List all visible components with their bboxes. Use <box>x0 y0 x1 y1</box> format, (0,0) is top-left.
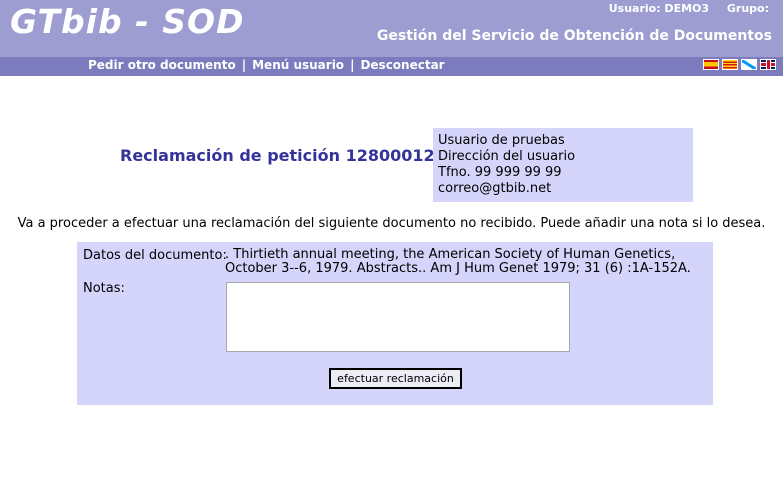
nav-pedir-otro-documento[interactable]: Pedir otro documento <box>88 58 236 72</box>
page-title: Reclamación de petición 12800012 <box>120 146 435 165</box>
notes-label: Notas: <box>83 281 125 296</box>
english-flag-icon[interactable] <box>760 59 776 70</box>
nav-desconectar[interactable]: Desconectar <box>360 58 444 72</box>
user-info: Usuario: DEMO3 Grupo: <box>609 2 769 15</box>
nav-separator: | <box>241 58 247 72</box>
user-label: Usuario: DEMO3 <box>608 2 710 15</box>
nav-links: Pedir otro documento | Menú usuario | Descon… <box>88 58 445 72</box>
nav-separator: | <box>350 58 355 72</box>
user-email: correo@gtbib.net <box>438 181 552 196</box>
user-address: Dirección del usuario <box>438 149 576 164</box>
header-bar: GTbib - SOD Usuario: DEMO3 Grupo: Gestió… <box>0 0 783 57</box>
claim-form: Datos del documento: . Thirtieth annual … <box>77 242 713 405</box>
user-phone: Tfno. 99 999 99 99 <box>438 165 562 180</box>
notes-textarea[interactable] <box>226 282 570 352</box>
group-label: Grupo: <box>726 2 769 15</box>
spanish-flag-icon[interactable] <box>703 59 719 70</box>
intro-text: Va a proceder a efectuar una reclamación… <box>17 216 766 231</box>
nav-bar: Pedir otro documento | Menú usuario | Descon… <box>0 57 783 76</box>
user-name: Usuario de pruebas <box>438 133 565 148</box>
user-info-box: Usuario de pruebas Dirección del usuario… <box>433 128 693 202</box>
doc-data-value: . Thirtieth annual meeting, the American… <box>225 247 691 276</box>
app-subtitle: Gestión del Servicio de Obtención de Doc… <box>376 28 772 44</box>
submit-claim-button[interactable]: efectuar reclamación <box>329 368 462 389</box>
doc-data-label: Datos del documento: <box>83 248 227 263</box>
language-flags <box>703 59 776 70</box>
nav-menu-usuario[interactable]: Menú usuario <box>252 58 344 72</box>
galician-flag-icon[interactable] <box>741 59 757 70</box>
catalan-flag-icon[interactable] <box>722 59 738 70</box>
app-logo: GTbib - SOD <box>10 2 245 41</box>
